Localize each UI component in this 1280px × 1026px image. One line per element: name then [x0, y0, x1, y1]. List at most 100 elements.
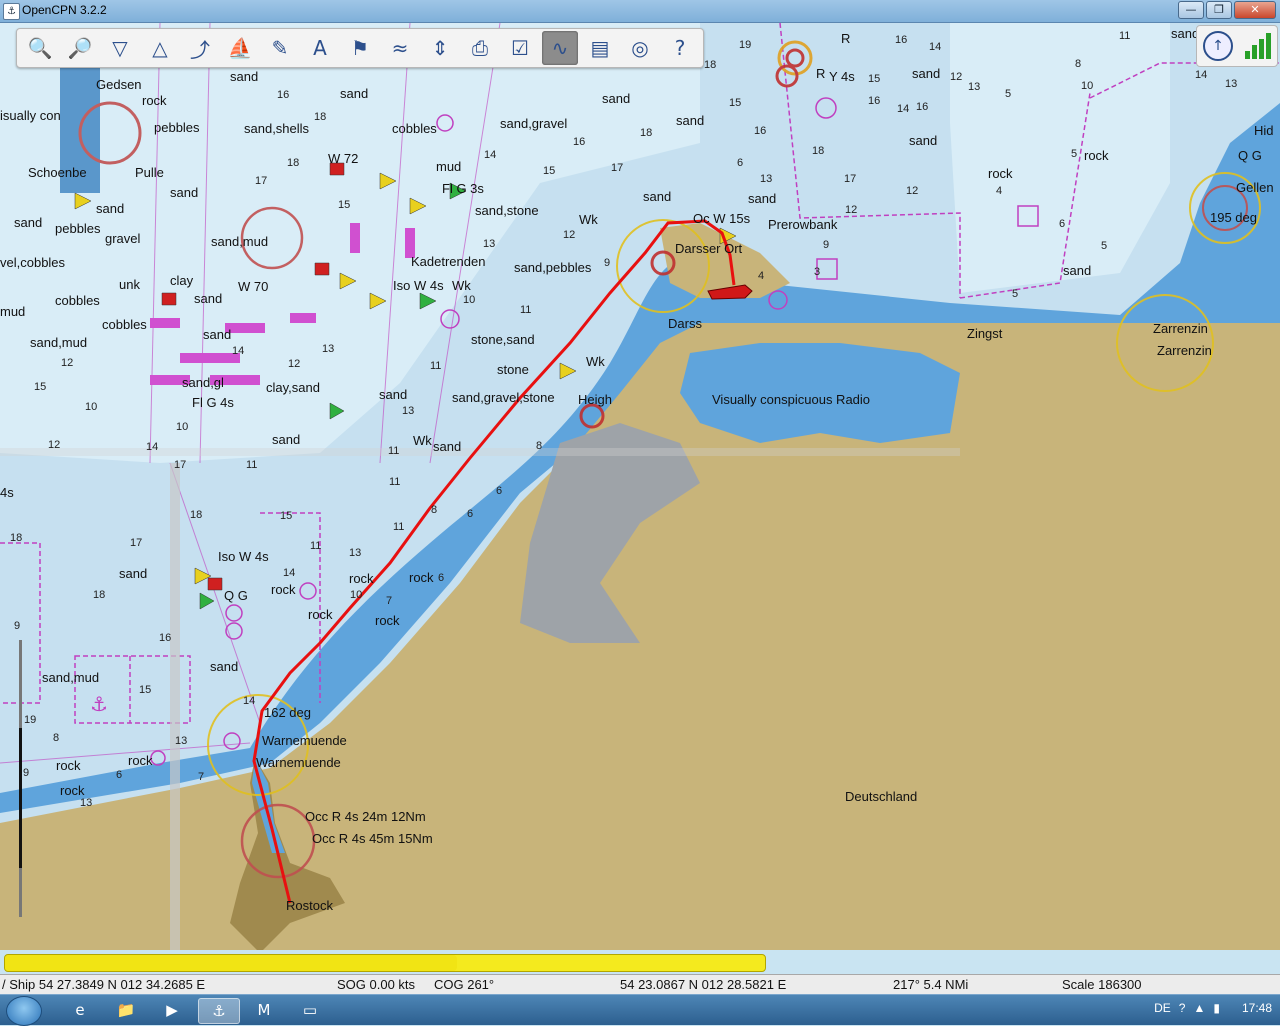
minimize-button[interactable]: — — [1178, 1, 1204, 19]
chart-label: sand — [203, 327, 232, 342]
depth-sounding: 16 — [916, 101, 929, 113]
chart-label: sand,stone — [475, 203, 539, 218]
chart-label: stone,sand — [471, 332, 535, 347]
depth-sounding: 15 — [34, 381, 47, 393]
depth-sounding: 6 — [438, 572, 445, 584]
chart-label: Zarrenzin — [1153, 321, 1208, 336]
depth-sounding: 13 — [402, 405, 415, 417]
print-icon[interactable]: ⎙ — [462, 31, 498, 65]
chart-label: stone — [497, 362, 529, 377]
depth-sounding: 5 — [1005, 88, 1012, 100]
taskbar-app-1[interactable]: 📁 — [106, 998, 146, 1022]
chart-label: W 72 — [328, 151, 359, 166]
taskbar-app-3[interactable]: ⚓ — [198, 998, 240, 1024]
language-indicator[interactable]: DE — [1154, 1001, 1171, 1015]
chart-label: mud — [0, 304, 26, 319]
depth-sounding: 13 — [1225, 78, 1238, 90]
track-icon[interactable]: ∿ — [542, 31, 578, 65]
depth-sounding: 16 — [277, 89, 290, 101]
depth-sounding: 13 — [349, 547, 362, 559]
system-tray: DE ? ▲ ▮ 17:48 — [1154, 1001, 1272, 1015]
chart-bar-progress[interactable] — [4, 954, 766, 972]
chart-label: sand — [96, 201, 125, 216]
depth-sounding: 10 — [176, 421, 189, 433]
chart-label: rock — [409, 570, 434, 585]
chart-label: unk — [119, 277, 140, 292]
chart-label: Iso W 4s — [393, 278, 444, 293]
depth-sounding: 17 — [255, 175, 268, 187]
taskbar-app-4[interactable]: M — [244, 998, 284, 1022]
network-icon[interactable]: ▮ — [1213, 1001, 1220, 1015]
depth-sounding: 18 — [640, 127, 653, 139]
chart-label: 4s — [0, 485, 14, 500]
depth-sounding: 14 — [146, 441, 159, 453]
depth-sounding: 6 — [1059, 218, 1066, 230]
depth-sounding: 18 — [704, 59, 717, 71]
chart-label: Pulle — [135, 165, 164, 180]
help-icon[interactable]: ? — [662, 31, 698, 65]
chart-label: 162 deg — [264, 705, 311, 720]
depth-sounding: 15 — [868, 73, 881, 85]
scale-out-icon[interactable]: △ — [142, 31, 178, 65]
show-hidden-icons[interactable]: ▲ — [1193, 1001, 1205, 1015]
compass-icon[interactable]: ↑ — [1203, 31, 1233, 61]
depth-sounding: 13 — [175, 735, 188, 747]
route-icon[interactable]: ⤴ — [182, 31, 218, 65]
depth-sounding: 10 — [1081, 80, 1094, 92]
opencpn-app-icon: ⚓ — [3, 3, 20, 20]
taskbar-app-0[interactable]: e — [60, 998, 100, 1022]
depth-sounding: 12 — [288, 358, 301, 370]
mark-icon[interactable]: ⚑ — [342, 31, 378, 65]
chart-label: sand — [119, 566, 148, 581]
chart-label: vel,cobbles — [0, 255, 66, 270]
window-titlebar[interactable]: ⚓ OpenCPN 3.2.2 — ❐ ✕ — [0, 0, 1280, 23]
chart-label: Deutschland — [845, 789, 918, 804]
depth-sounding: 12 — [950, 71, 963, 83]
clock[interactable]: 17:48 — [1242, 1001, 1272, 1015]
maximize-button[interactable]: ❐ — [1206, 1, 1232, 19]
chart-label: sand,gravel,stone — [452, 390, 555, 405]
mob-icon[interactable]: ◎ — [622, 31, 658, 65]
start-button[interactable] — [6, 996, 42, 1026]
depth-sounding: 4 — [996, 185, 1003, 197]
chart-label: Occ R 4s 45m 15Nm — [312, 831, 433, 846]
follow-ship-icon[interactable]: ⛵ — [222, 31, 258, 65]
zoom-out-icon[interactable]: 🔎 — [62, 31, 98, 65]
tide-icon[interactable]: ≈ — [382, 31, 418, 65]
chart-label: Q G — [1238, 148, 1262, 163]
current-icon[interactable]: ⇕ — [422, 31, 458, 65]
depth-sounding: 6 — [496, 485, 503, 497]
depth-sounding: 15 — [280, 510, 293, 522]
chart-label: Heigh — [578, 392, 612, 407]
text-toggle-icon[interactable]: A — [302, 31, 338, 65]
chart-label: sand,gl — [182, 375, 224, 390]
zoom-in-icon[interactable]: 🔍 — [22, 31, 58, 65]
depth-sounding: 11 — [310, 540, 322, 552]
chart-canvas[interactable]: ⚓ Deutschland Darss Zingst Zarrenzin Zarrenz… — [0, 23, 1280, 950]
chart-label: sand,mud — [30, 335, 88, 350]
help-tray-icon[interactable]: ? — [1179, 1001, 1186, 1015]
chart-label: Fl G 3s — [442, 181, 484, 196]
depth-sounding: 14 — [232, 345, 245, 357]
chart-label: rock — [60, 783, 85, 798]
depth-sounding: 11 — [1119, 30, 1131, 42]
depth-sounding: 11 — [246, 459, 258, 471]
depth-sounding: 12 — [845, 204, 858, 216]
chart-label: Gedsen — [96, 77, 142, 92]
chart-label: rock — [128, 753, 153, 768]
taskbar-app-5[interactable]: ▭ — [290, 998, 330, 1022]
taskbar-app-2[interactable]: ▶ — [152, 998, 192, 1022]
depth-sounding: 7 — [198, 771, 205, 783]
scale-in-icon[interactable]: ▽ — [102, 31, 138, 65]
route-manager-icon[interactable]: ☑ — [502, 31, 538, 65]
depth-sounding: 15 — [338, 199, 351, 211]
settings-icon[interactable]: ✎ — [262, 31, 298, 65]
close-button[interactable]: ✕ — [1234, 1, 1276, 19]
chart-label: Kadetrenden — [411, 254, 486, 269]
chart-label: sand — [379, 387, 408, 402]
color-scheme-icon[interactable]: ▤ — [582, 31, 618, 65]
ship-position: / Ship 54 27.3849 N 012 34.2685 E — [2, 977, 206, 992]
depth-sounding: 16 — [895, 34, 908, 46]
signal-strength-icon — [1245, 33, 1271, 59]
depth-sounding: 8 — [1075, 58, 1082, 70]
